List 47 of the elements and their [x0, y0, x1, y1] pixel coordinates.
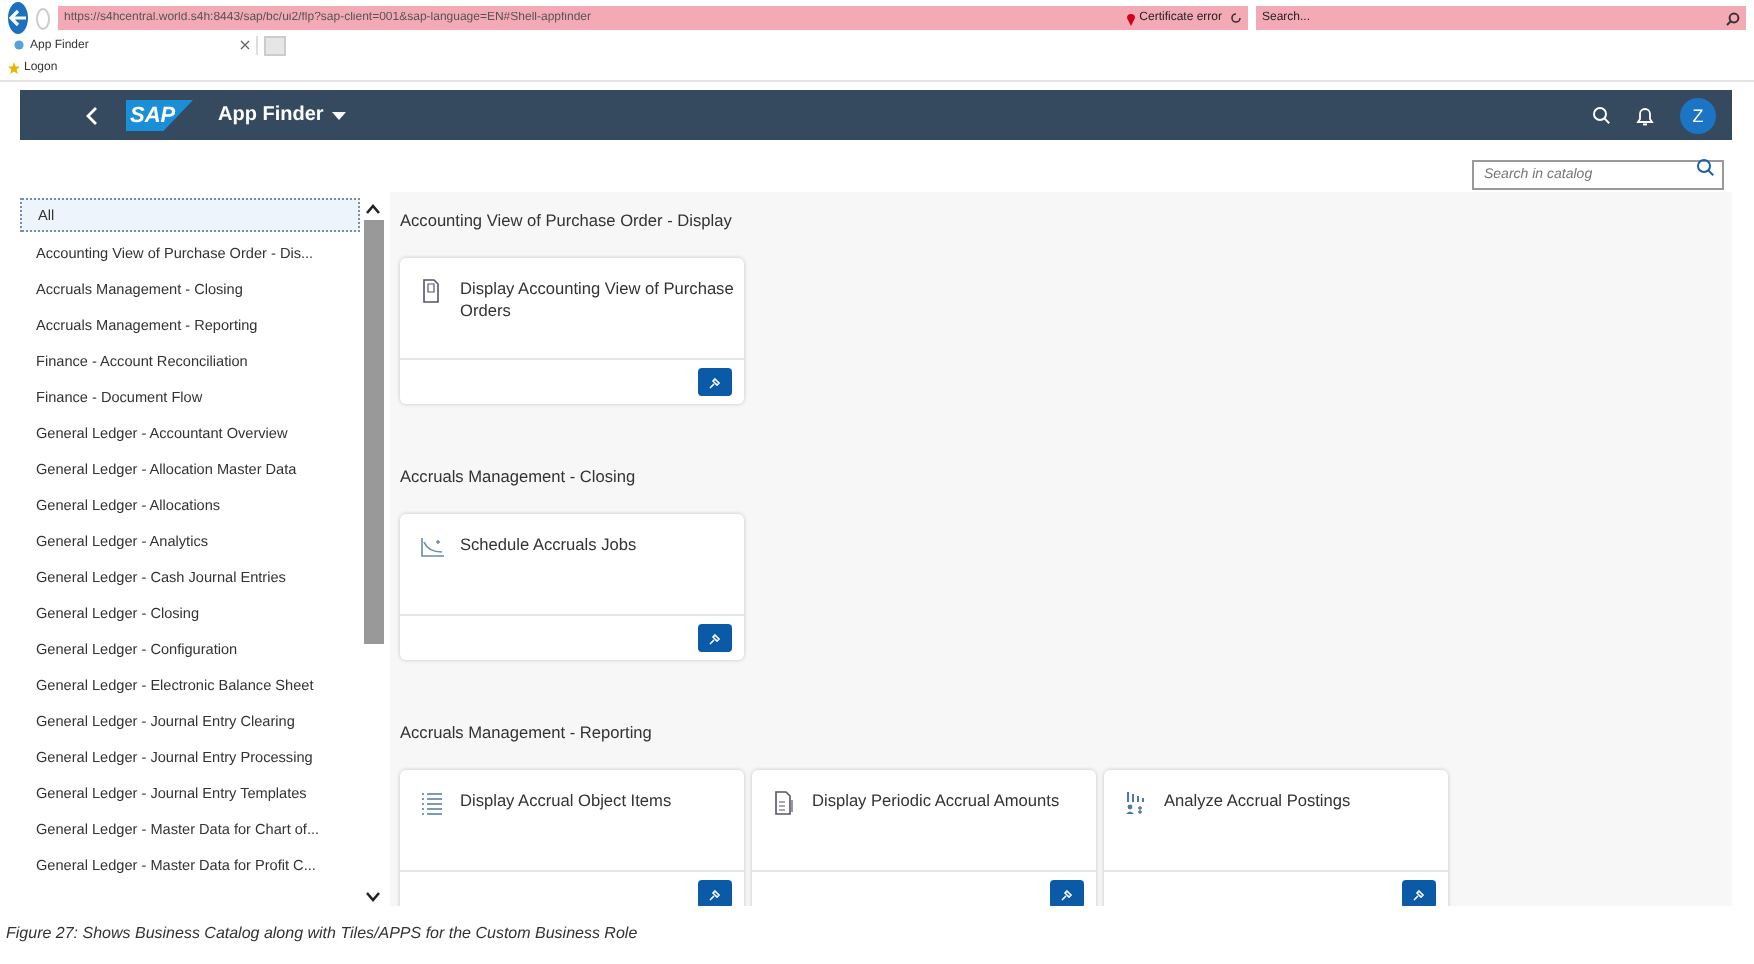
pin-icon	[1060, 887, 1074, 901]
search-icon[interactable]	[1696, 157, 1714, 175]
pin-icon	[1412, 887, 1426, 901]
section-title: Accruals Management - Closing	[400, 464, 636, 490]
pin-button[interactable]	[698, 624, 732, 652]
app-tile[interactable]: Display Accrual Object Items	[400, 770, 744, 906]
pin-icon	[708, 631, 722, 645]
pin-button[interactable]	[698, 368, 732, 396]
pin-button[interactable]	[1402, 880, 1436, 906]
pin-icon	[708, 375, 722, 389]
arrow-icon	[8, 8, 28, 28]
sap-logo[interactable]: SAP	[126, 99, 194, 131]
back-icon[interactable]	[86, 105, 98, 125]
tile-title: Display Accrual Object Items	[460, 790, 674, 814]
app-tile[interactable]: Schedule Accruals Jobs	[400, 514, 744, 660]
app-tile[interactable]: Display Periodic Accrual Amounts	[752, 770, 1096, 906]
pin-button[interactable]	[1050, 880, 1084, 906]
search-icon	[1726, 11, 1740, 25]
tile-title: Analyze Accrual Postings	[1164, 790, 1353, 814]
pin-icon	[708, 887, 722, 901]
refresh-icon[interactable]	[1230, 12, 1242, 24]
star-icon	[8, 62, 20, 74]
page-icon	[14, 40, 24, 50]
tile-title: Schedule Accruals Jobs	[460, 534, 639, 558]
analytics-icon	[1124, 790, 1148, 816]
scroll-down-icon[interactable]	[366, 892, 380, 902]
tile-title: Display Periodic Accrual Amounts	[812, 790, 1062, 814]
sheet-icon	[772, 790, 796, 816]
scrollbar-thumb[interactable]	[363, 220, 383, 644]
list-icon	[420, 790, 444, 816]
chart-icon	[420, 534, 444, 560]
app-finder-menu[interactable]: App Finder	[218, 104, 346, 126]
section-title: Accounting View of Purchase Order - Display	[400, 208, 732, 234]
pin-button[interactable]	[698, 880, 732, 906]
section-title: Accruals Management - Reporting	[400, 720, 652, 746]
back-button[interactable]	[8, 2, 28, 34]
figure-caption: Figure 27: Shows Business Catalog along with Tiles/APPS for the Custom Business Role	[6, 924, 638, 942]
close-icon[interactable]	[240, 40, 250, 50]
app-tile[interactable]: Analyze Accrual Postings	[1104, 770, 1448, 906]
app-tile[interactable]: Display Accounting View of Purchase Orders	[400, 258, 744, 404]
scroll-up-icon[interactable]	[366, 204, 380, 214]
document-icon	[420, 278, 444, 304]
caret-icon	[331, 111, 346, 119]
tile-title: Display Accounting View of Purchase Orders	[460, 278, 736, 324]
location-pin-icon	[1125, 11, 1136, 25]
user-avatar[interactable]: Z	[1680, 97, 1716, 133]
bell-icon[interactable]	[1636, 105, 1654, 125]
